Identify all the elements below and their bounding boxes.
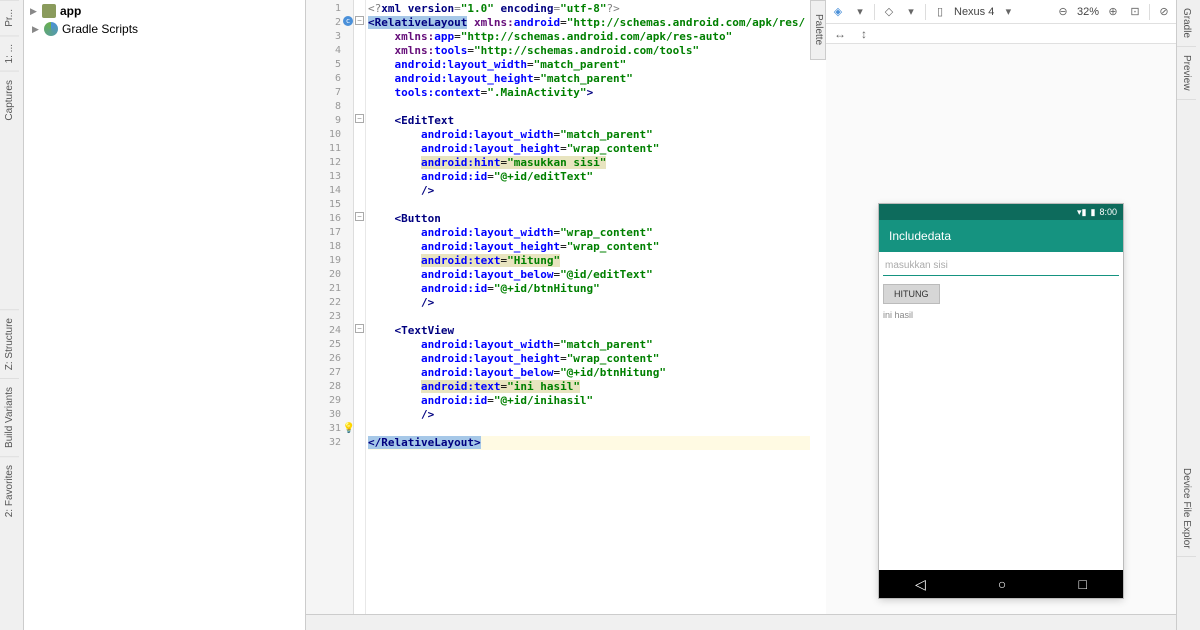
wifi-icon: ▾▮ <box>1077 207 1086 218</box>
tree-label: app <box>60 4 81 18</box>
pan-horizontal-icon[interactable]: ↔ <box>832 26 848 42</box>
design-toolbar-2: ↔ ↕ <box>826 24 1176 44</box>
chevron-down-icon[interactable]: ▾ <box>852 4 868 20</box>
pan-vertical-icon[interactable]: ↕ <box>856 26 872 42</box>
palette-tab[interactable]: Palette <box>810 0 826 60</box>
left-tab-project[interactable]: Pr... <box>0 0 19 35</box>
zoom-fit-icon[interactable]: ⊡ <box>1127 4 1143 20</box>
zoom-level: 32% <box>1077 6 1099 18</box>
right-tab-preview[interactable]: Preview <box>1177 47 1196 100</box>
left-tab-structure[interactable]: Z: Structure <box>0 309 19 378</box>
edit-text-preview[interactable]: masukkan sisi <box>883 256 1119 276</box>
chevron-down-icon[interactable]: ▾ <box>903 4 919 20</box>
folder-icon <box>42 4 56 18</box>
gutter: 12c3456789101112131415161718192021222324… <box>306 0 354 614</box>
back-icon[interactable]: ◁ <box>915 576 926 593</box>
design-panel: ◈ ▾ ◇ ▾ ▯ Nexus 4 ▾ ⊖ 32% ⊕ ⊡ ⊘ ↔ ↕ ▾▮ ▮… <box>826 0 1176 614</box>
fold-column: −−−− <box>354 0 366 614</box>
design-canvas[interactable]: ▾▮ ▮ 8:00 Includedata masukkan sisi HITU… <box>826 44 1176 614</box>
left-tab-1[interactable]: 1: ... <box>0 35 19 71</box>
status-time: 8:00 <box>1099 207 1117 217</box>
right-tab-device-file-explorer[interactable]: Device File Explor <box>1177 460 1196 558</box>
right-tab-gradle[interactable]: Gradle <box>1177 0 1196 47</box>
tree-item-app[interactable]: ▶ app <box>30 2 299 20</box>
left-tab-favorites[interactable]: 2: Favorites <box>0 456 19 525</box>
right-tool-tabs: Gradle Preview Device File Explor <box>1176 0 1200 630</box>
chevron-right-icon: ▶ <box>30 6 38 17</box>
device-selector[interactable]: Nexus 4 <box>954 6 994 18</box>
layers-icon[interactable]: ◈ <box>830 4 846 20</box>
gradle-icon <box>44 22 58 36</box>
left-tool-tabs: Pr... 1: ... Captures Z: Structure Build… <box>0 0 24 630</box>
project-panel: ▶ app ▶ Gradle Scripts <box>24 0 306 630</box>
left-tab-captures[interactable]: Captures <box>0 71 19 129</box>
button-preview[interactable]: HITUNG <box>883 284 940 304</box>
code-editor[interactable]: 12c3456789101112131415161718192021222324… <box>306 0 810 614</box>
left-tab-build-variants[interactable]: Build Variants <box>0 378 19 456</box>
textview-preview: ini hasil <box>883 310 1119 320</box>
tree-label: Gradle Scripts <box>62 22 138 36</box>
zoom-out-icon[interactable]: ⊖ <box>1055 4 1071 20</box>
battery-icon: ▮ <box>1091 207 1096 218</box>
tree-item-gradle-scripts[interactable]: ▶ Gradle Scripts <box>30 20 299 38</box>
device-icon[interactable]: ▯ <box>932 4 948 20</box>
warning-icon[interactable]: ⊘ <box>1156 4 1172 20</box>
recents-icon[interactable]: □ <box>1078 576 1086 592</box>
orientation-icon[interactable]: ◇ <box>881 4 897 20</box>
code-area[interactable]: <?xml version="1.0" encoding="utf-8"?><R… <box>354 0 810 614</box>
zoom-in-icon[interactable]: ⊕ <box>1105 4 1121 20</box>
chevron-right-icon: ▶ <box>32 24 40 35</box>
device-preview[interactable]: ▾▮ ▮ 8:00 Includedata masukkan sisi HITU… <box>879 204 1123 598</box>
app-bar: Includedata <box>879 220 1123 252</box>
status-bar: ▾▮ ▮ 8:00 <box>879 204 1123 220</box>
app-body: masukkan sisi HITUNG ini hasil <box>879 252 1123 324</box>
chevron-down-icon[interactable]: ▾ <box>1000 4 1016 20</box>
navigation-bar: ◁ ○ □ <box>879 570 1123 598</box>
bottom-bar <box>306 614 1176 630</box>
design-toolbar: ◈ ▾ ◇ ▾ ▯ Nexus 4 ▾ ⊖ 32% ⊕ ⊡ ⊘ <box>826 0 1176 24</box>
home-icon[interactable]: ○ <box>998 576 1006 592</box>
app-title: Includedata <box>889 229 951 243</box>
